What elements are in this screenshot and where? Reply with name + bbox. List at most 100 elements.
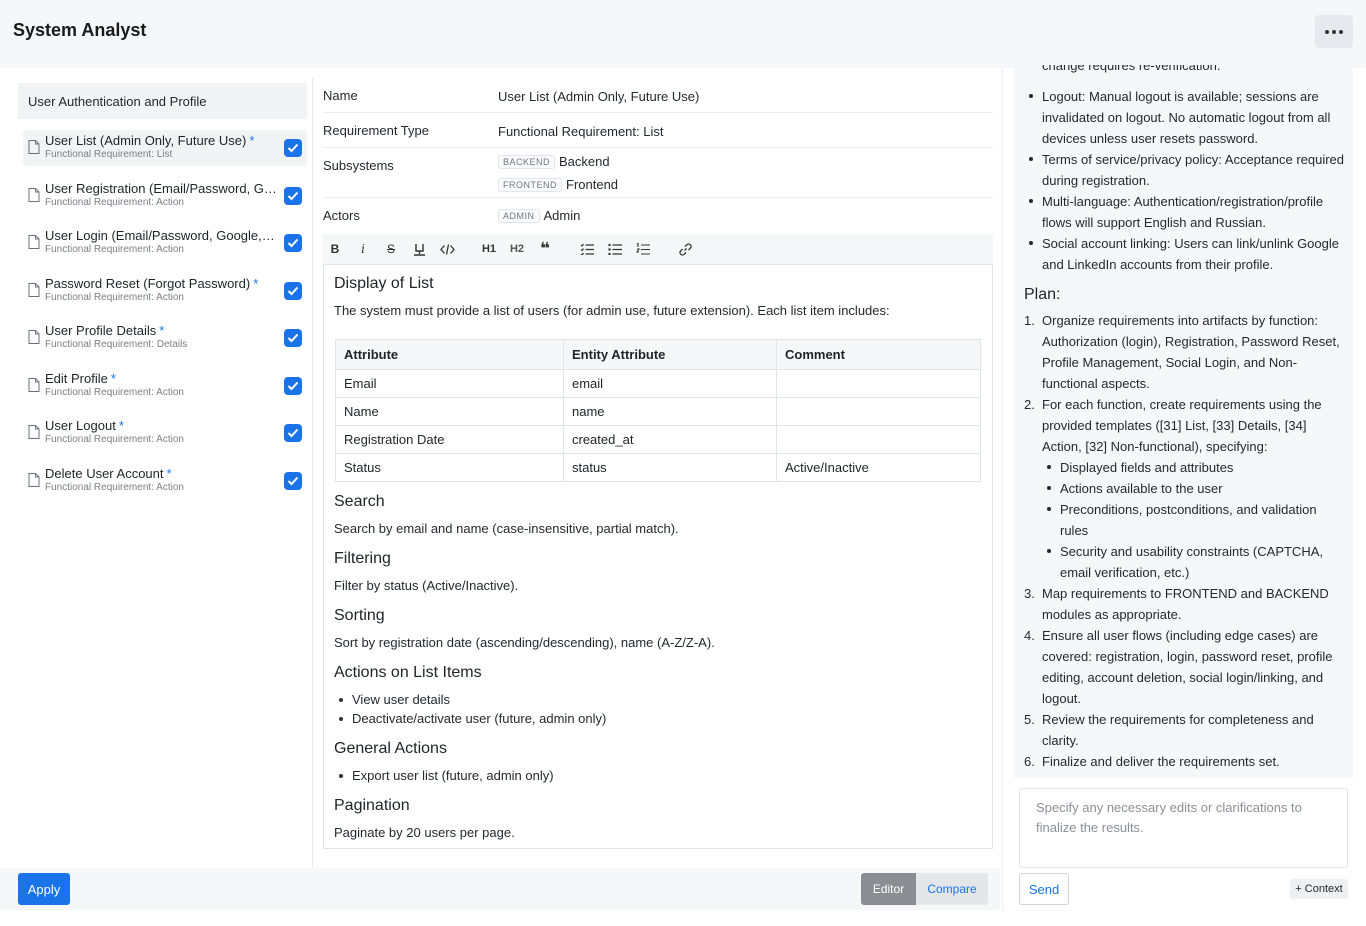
- table-row: Registration Date created_at: [335, 425, 981, 454]
- table-cell: [776, 397, 981, 426]
- requirement-item[interactable]: User Registration (Email/Password, Googl…: [23, 178, 307, 214]
- requirement-checkbox[interactable]: [284, 472, 302, 490]
- bold-button[interactable]: B: [323, 234, 347, 264]
- heading1-button[interactable]: H1: [477, 234, 501, 264]
- requirement-type: Functional Requirement: Action: [45, 482, 184, 493]
- quote-icon: ❝: [540, 239, 550, 258]
- display-description: The system must provide a list of users …: [334, 303, 890, 318]
- bullet-list-button[interactable]: [603, 234, 627, 264]
- requirement-editor[interactable]: Display of List The system must provide …: [323, 264, 993, 849]
- list-item: 5. Review the requirements for completene…: [1024, 709, 1347, 751]
- table-cell: name: [563, 397, 777, 426]
- requirement-item[interactable]: User List (Admin Only, Future Use) * Funct…: [23, 130, 307, 166]
- add-context-button[interactable]: + Context: [1290, 879, 1348, 899]
- requirement-type-value[interactable]: Functional Requirement: List: [498, 124, 663, 139]
- requirement-checkbox[interactable]: [284, 424, 302, 442]
- requirement-title: Delete User Account *: [45, 466, 172, 481]
- bold-icon: B: [330, 242, 340, 256]
- document-icon: [28, 235, 40, 249]
- list-number: 2.: [1024, 397, 1035, 412]
- more-options-button[interactable]: [1315, 15, 1353, 48]
- numbered-list-button[interactable]: [631, 234, 655, 264]
- heading-search: Search: [334, 493, 385, 510]
- requirement-item[interactable]: Edit Profile * Functional Requirement: Act…: [23, 368, 307, 404]
- requirement-item[interactable]: Password Reset (Forgot Password) * Functio…: [23, 273, 307, 309]
- list-number: 1.: [1024, 313, 1035, 328]
- table-cell: Status: [335, 453, 564, 482]
- plan-list: 1. Organize requirements into artifacts b…: [1024, 310, 1347, 772]
- list-item: Preconditions, postconditions, and valid…: [1047, 499, 1347, 541]
- checkmark-icon: [287, 428, 299, 438]
- list-item: 6. Finalize and deliver the requirements …: [1024, 751, 1347, 772]
- checklist-icon: [580, 243, 594, 255]
- requirement-item[interactable]: Delete User Account * Functional Requireme…: [23, 463, 307, 499]
- actors-row: Actors ADMIN Admin: [323, 198, 993, 233]
- table-cell: created_at: [563, 425, 777, 454]
- chat-input[interactable]: Specify any necessary edits or clarifica…: [1019, 788, 1348, 868]
- subsystems-value[interactable]: BACKEND Backend FRONTEND Frontend: [498, 150, 618, 196]
- requirement-item[interactable]: User Logout * Functional Requirement: Acti…: [23, 415, 307, 451]
- table-header-row: Attribute Entity Attribute Comment: [335, 339, 981, 370]
- app-header: System Analyst: [0, 0, 1366, 68]
- requirement-title: User Login (Email/Password, Google, Link…: [45, 228, 277, 243]
- requirement-checkbox[interactable]: [284, 139, 302, 157]
- document-icon: [28, 473, 40, 487]
- heading2-icon: H2: [509, 243, 525, 255]
- requirement-checkbox[interactable]: [284, 187, 302, 205]
- name-field-row: Name User List (Admin Only, Future Use): [323, 78, 993, 113]
- list-number: 6.: [1024, 754, 1035, 769]
- bullet-list-icon: [608, 243, 622, 255]
- strikethrough-icon: S: [386, 242, 395, 256]
- strikethrough-button[interactable]: S: [379, 234, 403, 264]
- attributes-table: Attribute Entity Attribute Comment Email…: [335, 339, 981, 482]
- document-icon: [28, 425, 40, 439]
- checklist-button[interactable]: [575, 234, 599, 264]
- heading2-button[interactable]: H2: [505, 234, 529, 264]
- send-button[interactable]: Send: [1019, 873, 1069, 905]
- clipped-message-line: change requires re-verification.: [1042, 65, 1221, 73]
- apply-button[interactable]: Apply: [18, 873, 70, 905]
- actors-value[interactable]: ADMIN Admin: [498, 204, 580, 227]
- table-header: Attribute: [335, 339, 564, 370]
- list-item: 4. Ensure all user flows (including edge …: [1024, 625, 1347, 709]
- required-marker: *: [118, 418, 124, 433]
- requirement-type-row: Requirement Type Functional Requirement:…: [323, 113, 993, 148]
- italic-button[interactable]: i: [351, 234, 375, 264]
- name-label: Name: [323, 88, 358, 103]
- code-button[interactable]: [435, 234, 459, 264]
- requirement-item[interactable]: User Login (Email/Password, Google, Link…: [23, 225, 307, 261]
- subsystem-name: Frontend: [566, 177, 619, 192]
- checkmark-icon: [287, 191, 299, 201]
- editor-mode-button[interactable]: Editor: [861, 873, 916, 905]
- chat-divider: [1002, 68, 1003, 910]
- subsystem-name: Backend: [559, 154, 610, 169]
- code-icon: [439, 243, 455, 255]
- highlight-button[interactable]: [407, 234, 431, 264]
- name-value[interactable]: User List (Admin Only, Future Use): [498, 89, 699, 104]
- numbered-list-icon: [636, 243, 650, 255]
- requirement-item[interactable]: User Profile Details * Functional Requirem…: [23, 320, 307, 356]
- requirement-type: Functional Requirement: Action: [45, 387, 184, 398]
- requirement-checkbox[interactable]: [284, 329, 302, 347]
- requirement-type: Functional Requirement: Action: [45, 197, 184, 208]
- sorting-description: Sort by registration date (ascending/des…: [334, 635, 715, 650]
- compare-mode-button[interactable]: Compare: [916, 873, 988, 905]
- heading-display-of-list: Display of List: [334, 275, 434, 292]
- list-item: Terms of service/privacy policy: Accepta…: [1029, 149, 1347, 191]
- requirement-checkbox[interactable]: [284, 234, 302, 252]
- requirements-group-header[interactable]: User Authentication and Profile: [18, 83, 307, 119]
- table-row: Name name: [335, 397, 981, 426]
- highlighter-icon: [413, 243, 425, 256]
- italic-icon: i: [361, 242, 365, 256]
- blockquote-button[interactable]: ❝: [533, 234, 557, 264]
- requirement-checkbox[interactable]: [284, 377, 302, 395]
- plan-heading: Plan:: [1024, 286, 1061, 303]
- actor-name: Admin: [543, 208, 581, 223]
- requirement-title: User List (Admin Only, Future Use) *: [45, 133, 255, 148]
- requirement-checkbox[interactable]: [284, 282, 302, 300]
- subsystem-backend: BACKEND Backend: [498, 150, 618, 173]
- list-number: 5.: [1024, 712, 1035, 727]
- table-row: Email email: [335, 369, 981, 398]
- link-button[interactable]: [673, 234, 697, 264]
- heading1-icon: H1: [481, 243, 497, 255]
